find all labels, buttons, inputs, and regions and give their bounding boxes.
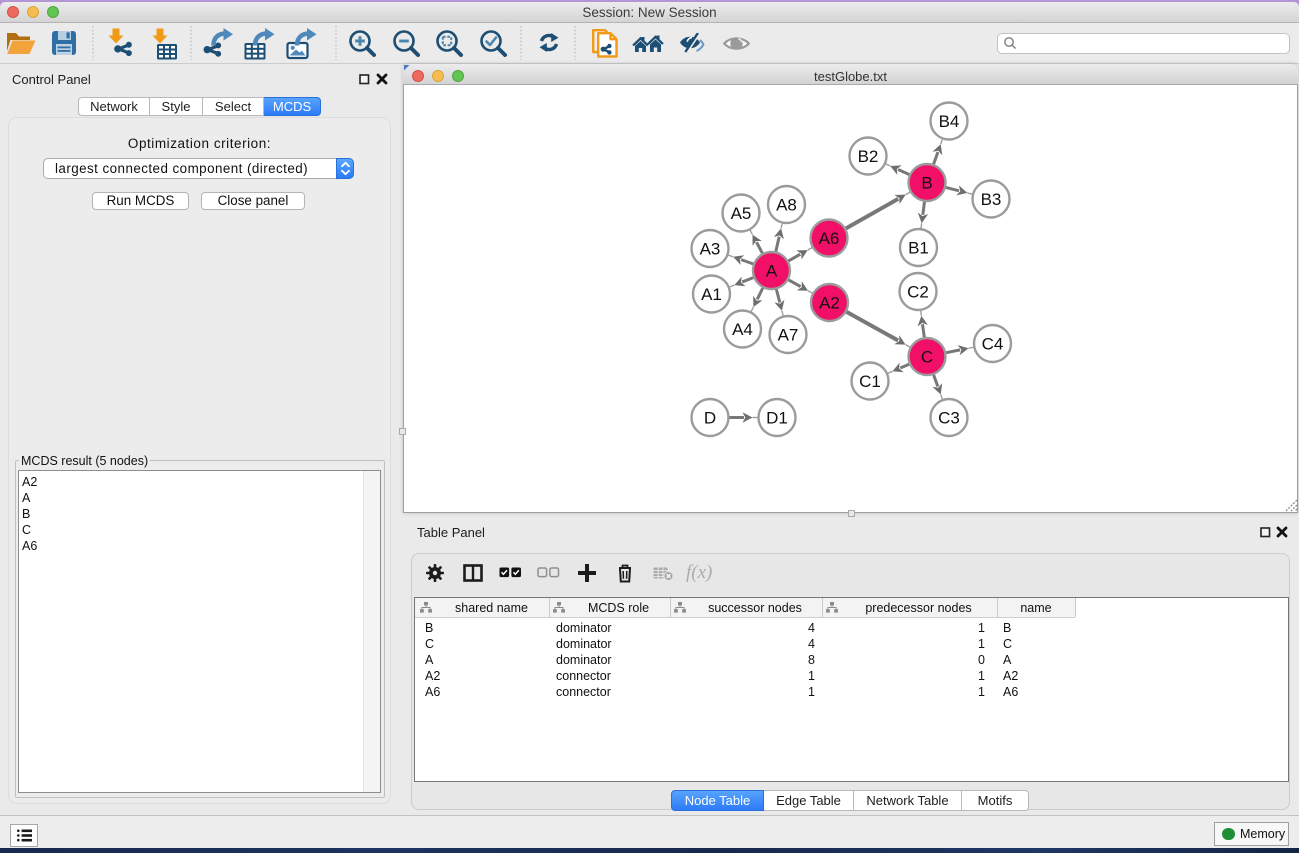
- svg-text:B4: B4: [939, 112, 960, 131]
- svg-text:D1: D1: [766, 408, 788, 427]
- svg-text:A4: A4: [732, 320, 753, 339]
- svg-text:B1: B1: [908, 238, 929, 257]
- svg-text:C4: C4: [982, 334, 1004, 353]
- svg-text:A2: A2: [819, 293, 840, 312]
- svg-text:A3: A3: [700, 239, 721, 258]
- svg-text:A7: A7: [778, 325, 799, 344]
- svg-text:B3: B3: [981, 190, 1002, 209]
- svg-text:C2: C2: [907, 282, 929, 301]
- svg-text:A8: A8: [776, 195, 797, 214]
- svg-text:B: B: [921, 173, 932, 192]
- svg-text:A: A: [766, 261, 778, 280]
- svg-text:B2: B2: [858, 147, 879, 166]
- svg-text:A1: A1: [701, 285, 722, 304]
- svg-text:C: C: [921, 347, 933, 366]
- svg-text:A5: A5: [731, 204, 752, 223]
- svg-text:C1: C1: [859, 372, 881, 391]
- svg-text:D: D: [704, 408, 716, 427]
- svg-text:C3: C3: [938, 408, 960, 427]
- svg-text:A6: A6: [819, 229, 840, 248]
